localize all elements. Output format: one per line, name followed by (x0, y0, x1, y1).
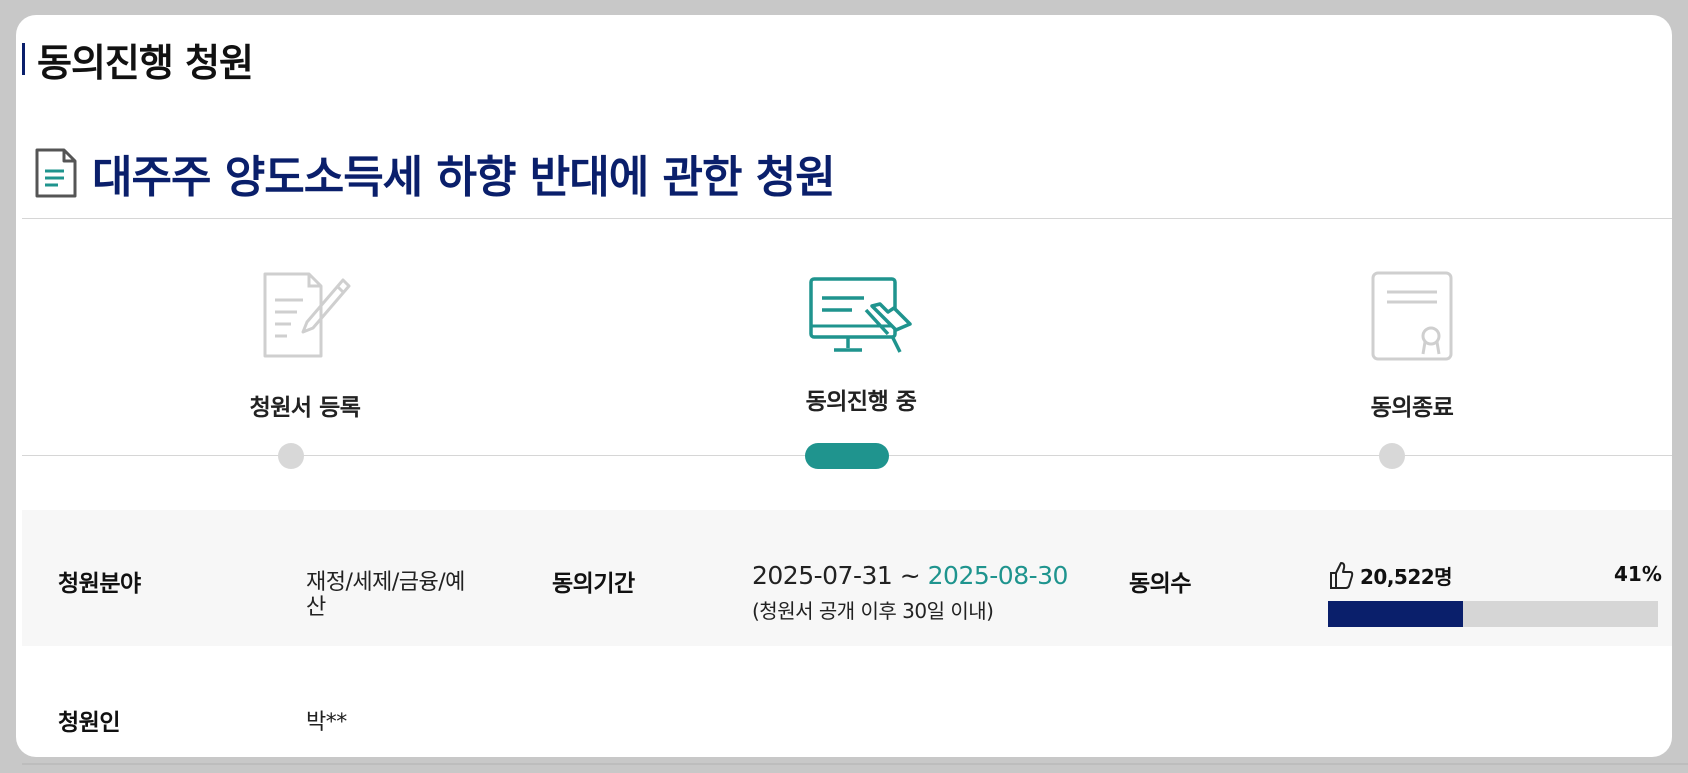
petition-title: 대주주 양도소득세 하향 반대에 관한 청원 (92, 152, 836, 203)
section-header: 동의진행 청원 (22, 37, 254, 85)
count-value: 20,522명 (1360, 564, 1453, 589)
monitor-click-icon (809, 277, 912, 353)
period-separator: ~ (892, 561, 928, 590)
step-label: 동의진행 중 (805, 389, 917, 415)
category-label: 청원분야 (58, 571, 141, 597)
step-label: 동의종료 (1370, 395, 1454, 421)
period-end: 2025-08-30 (927, 561, 1069, 590)
percent-text: 41% (1614, 562, 1662, 586)
section-title: 동의진행 청원 (37, 40, 254, 85)
step-dot-ended (1379, 443, 1405, 469)
step-label: 청원서 등록 (249, 395, 361, 421)
category-value-line2: 산 (306, 595, 326, 620)
document-icon (35, 148, 77, 198)
divider (22, 218, 1672, 219)
count-label: 동의수 (1129, 571, 1191, 597)
thumbs-up-icon (1330, 562, 1354, 589)
card-bottom-edge (22, 763, 1688, 765)
category-value-line1: 재정/세제/금융/예 (306, 570, 465, 595)
step-dot-active (805, 443, 889, 469)
document-pencil-icon (263, 272, 351, 358)
period-label: 동의기간 (552, 571, 635, 597)
petition-card: 동의진행 청원 대주주 양도소득세 하향 반대에 관한 청원 청원서 등록 동의… (16, 15, 1672, 757)
certificate-icon (1371, 271, 1453, 361)
period-note: (청원서 공개 이후 30일 이내) (752, 599, 994, 623)
period-start: 2025-07-31 (752, 561, 893, 590)
step-register: 청원서 등록 (195, 270, 415, 422)
section-accent-bar (22, 43, 25, 75)
consent-progress-bar (1328, 601, 1658, 627)
petitioner-value: 박** (306, 710, 347, 735)
petitioner-label: 청원인 (58, 710, 120, 736)
progress-fill (1328, 601, 1464, 627)
step-consent-in-progress: 동의진행 중 (751, 270, 971, 416)
consent-count: 20,522명 (1328, 560, 1453, 590)
petition-heading: 대주주 양도소득세 하향 반대에 관한 청원 (34, 143, 836, 203)
period-dates: 2025-07-31 ~ 2025-08-30 (752, 561, 1068, 590)
step-consent-ended: 동의종료 (1302, 270, 1522, 422)
step-dot-register (278, 443, 304, 469)
